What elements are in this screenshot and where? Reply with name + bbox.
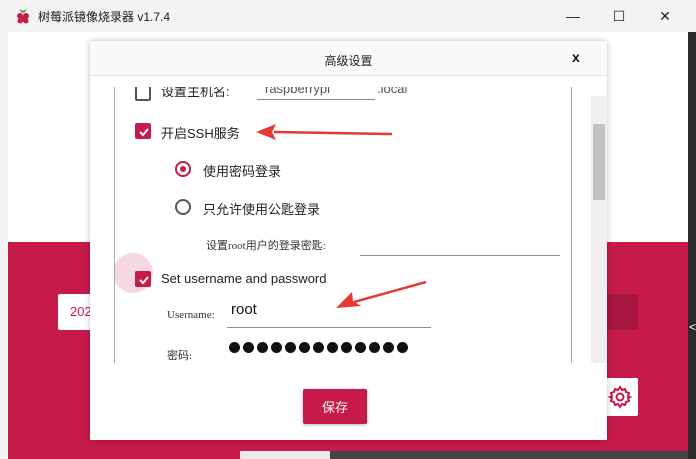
ssh-label: 开启SSH服务	[161, 126, 240, 141]
dialog-header: 高级设置 x	[90, 41, 607, 76]
root-password-label: 设置root用户的登录密匙:	[206, 240, 326, 252]
password-input[interactable]	[229, 342, 408, 353]
edge-text: <	[689, 320, 696, 334]
radio-dot	[180, 166, 186, 172]
user-checkbox[interactable]	[135, 271, 151, 287]
user-label: Set username and password	[161, 271, 327, 286]
app-window: 树莓派镜像烧录器 v1.7.4 — ☐ ✕ 202 < 高级设置 x 设置主机名…	[0, 0, 696, 459]
save-button[interactable]: 保存	[303, 389, 367, 424]
scrollbar-thumb[interactable]	[593, 124, 605, 200]
raspberry-icon	[17, 9, 29, 24]
password-login-label: 使用密码登录	[203, 164, 282, 179]
hostname-checkbox[interactable]	[135, 87, 151, 101]
annotation-arrow-username	[336, 280, 427, 308]
gear-icon	[608, 385, 632, 409]
partial-hostname-row: 设置主机名: raspberrypi .local	[115, 87, 571, 101]
username-underline	[227, 327, 431, 328]
username-input[interactable]: root	[231, 301, 257, 318]
maximize-button[interactable]: ☐	[596, 0, 642, 32]
bottom-strip-light	[240, 451, 330, 459]
root-password-input[interactable]	[360, 255, 560, 256]
annotation-arrow-ssh	[256, 124, 393, 140]
pubkey-login-label: 只允许使用公匙登录	[203, 202, 321, 217]
ssh-checkbox[interactable]	[135, 123, 151, 139]
title-bar: 树莓派镜像烧录器 v1.7.4 — ☐ ✕	[0, 0, 696, 32]
hostname-value: raspberrypi	[265, 87, 331, 96]
dialog-scrollbar[interactable]	[591, 96, 607, 363]
hostname-label: 设置主机名:	[161, 87, 230, 99]
password-login-radio[interactable]	[175, 161, 191, 177]
right-edge	[688, 32, 696, 459]
close-window-button[interactable]: ✕	[642, 0, 688, 32]
password-label: 密码:	[167, 350, 193, 362]
os-select-text: 202	[70, 304, 92, 319]
hostname-underline	[257, 99, 375, 100]
hostname-suffix: .local	[377, 87, 408, 96]
check-icon	[139, 276, 149, 285]
bottom-strip-dark	[330, 451, 696, 459]
advanced-settings-dialog: 高级设置 x 设置主机名: raspberrypi .local 开启SSH服务…	[90, 41, 607, 440]
check-icon	[139, 128, 149, 137]
window-title: 树莓派镜像烧录器 v1.7.4	[38, 10, 171, 24]
pubkey-login-radio[interactable]	[175, 199, 191, 215]
dialog-title: 高级设置	[324, 54, 373, 68]
username-label: Username:	[167, 309, 215, 321]
minimize-button[interactable]: —	[550, 0, 596, 32]
dialog-close-button[interactable]: x	[572, 49, 580, 65]
